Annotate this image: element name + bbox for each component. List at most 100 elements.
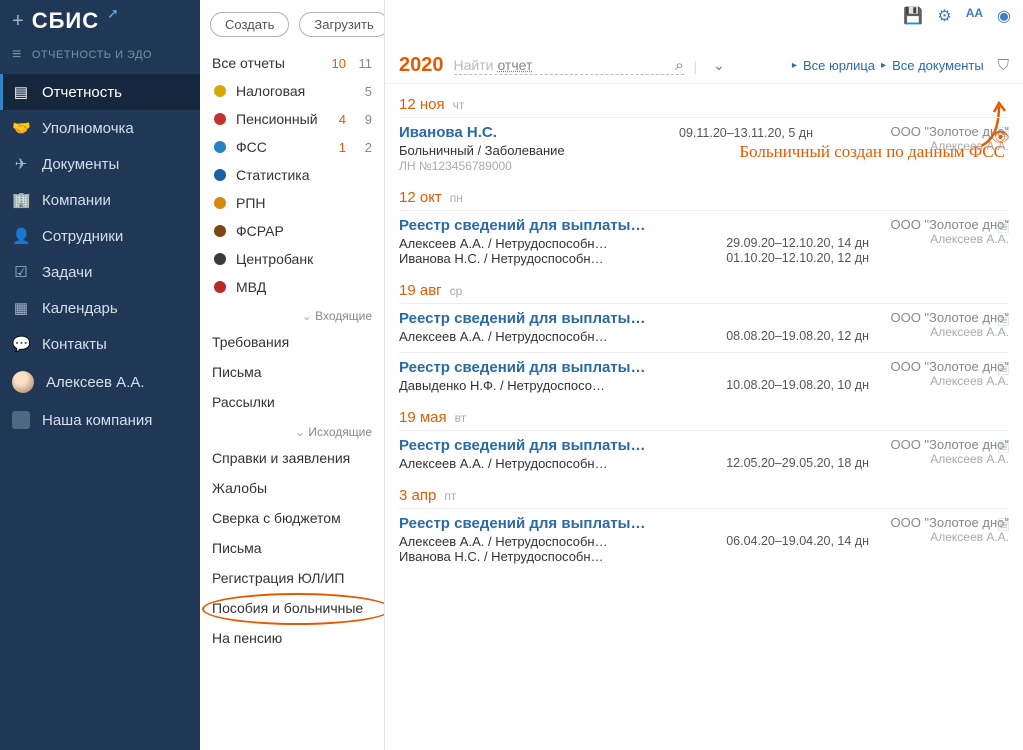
record-line-name: Алексеев А.А. / Нетрудоспособн… xyxy=(399,236,718,251)
nav-item-companies[interactable]: 🏢Компании xyxy=(0,182,200,218)
create-button[interactable]: Создать xyxy=(210,12,289,37)
sub-item[interactable]: Письма xyxy=(200,357,384,387)
category-label: Центробанк xyxy=(236,251,324,267)
search-box[interactable]: Найти отчет ⌕ xyxy=(454,57,684,75)
record-title: Реестр сведений для выплаты… xyxy=(399,515,869,532)
pension-icon xyxy=(212,111,228,127)
sub-item[interactable]: На пенсию xyxy=(200,623,384,653)
category-label: Пенсионный xyxy=(236,111,324,127)
our-company-label: Наша компания xyxy=(42,412,152,429)
upload-button[interactable]: Загрузить xyxy=(299,12,385,37)
category-count-total: 11 xyxy=(354,56,372,71)
category-label: ФСС xyxy=(236,139,324,155)
our-company-item[interactable]: Наша компания xyxy=(0,402,200,438)
record-sub: Больничный / Заболевание xyxy=(399,143,679,158)
record-company: ООО "Золотое дно" xyxy=(890,515,1009,530)
record-line-dates: 06.04.20–19.04.20, 14 дн xyxy=(726,534,869,549)
nav-label: Сотрудники xyxy=(42,228,123,245)
nav-label: Календарь xyxy=(42,300,118,317)
nav-item-people[interactable]: 👤Сотрудники xyxy=(0,218,200,254)
category-stat[interactable]: Статистика xyxy=(200,161,384,189)
year[interactable]: 2020 xyxy=(399,54,444,77)
handshake-icon: 🤝 xyxy=(12,119,30,137)
sub-item[interactable]: Справки и заявления xyxy=(200,443,384,473)
record-line-name: Алексеев А.А. / Нетрудоспособн… xyxy=(399,456,718,471)
category-mvd[interactable]: МВД xyxy=(200,273,384,301)
nav-label: Отчетность xyxy=(42,84,122,101)
sub-item[interactable]: Требования xyxy=(200,327,384,357)
filter-icon[interactable]: ⛉ xyxy=(998,57,1009,74)
incoming-section[interactable]: Входящие xyxy=(200,301,384,327)
record-title: Реестр сведений для выплаты… xyxy=(399,217,869,234)
record[interactable]: Реестр сведений для выплаты… Алексеев А.А… xyxy=(399,303,1009,352)
outgoing-section[interactable]: Исходящие xyxy=(200,417,384,443)
record[interactable]: Реестр сведений для выплаты…Давыденко Н.… xyxy=(399,352,1009,401)
category-count-total: 9 xyxy=(354,112,372,127)
nav-item-tasks[interactable]: ☑Задачи xyxy=(0,254,200,290)
record-line-name: Алексеев А.А. / Нетрудоспособн… xyxy=(399,534,718,549)
sub-item[interactable]: Сверка с бюджетом xyxy=(200,503,384,533)
record-company: ООО "Золотое дно" xyxy=(890,437,1009,452)
category-tax[interactable]: Налоговая 5 xyxy=(200,77,384,105)
category-count-new: 4 xyxy=(332,112,346,127)
category-fsrar[interactable]: ФСРАР xyxy=(200,217,384,245)
user-item[interactable]: Алексеев А.А. xyxy=(0,362,200,402)
font-size-icon[interactable]: AA xyxy=(966,6,983,26)
save-icon[interactable]: 💾 xyxy=(903,6,923,26)
sidebar: + СБИС ➚ ≡ ОТЧЕТНОСТЬ И ЭДО ▤Отчетность🤝… xyxy=(0,0,200,750)
plus-icon[interactable]: + xyxy=(12,10,24,33)
sub-item[interactable]: Регистрация ЮЛ/ИП xyxy=(200,563,384,593)
search-icon[interactable]: ⌕ xyxy=(675,57,683,74)
category-count-new: 10 xyxy=(332,56,346,71)
bc-entities[interactable]: Все юрлица xyxy=(803,58,875,73)
document-icon: 🗎 xyxy=(998,217,1009,241)
sub-item[interactable]: Рассылки xyxy=(200,387,384,417)
category-cbr[interactable]: Центробанк xyxy=(200,245,384,273)
company-icon xyxy=(12,411,30,429)
record[interactable]: Реестр сведений для выплаты… Алексеев А.А… xyxy=(399,508,1009,572)
nav-item-calendar[interactable]: ▦Календарь xyxy=(0,290,200,326)
record-title: Реестр сведений для выплаты… xyxy=(399,359,869,376)
record-line-name: Иванова Н.С. / Нетрудоспособн… xyxy=(399,549,861,564)
record[interactable]: Иванова Н.С.Больничный / ЗаболеваниеЛН №… xyxy=(399,117,1009,181)
category-label: РПН xyxy=(236,195,324,211)
app-logo: СБИС xyxy=(32,8,99,34)
record-line-name: Алексеев А.А. / Нетрудоспособн… xyxy=(399,329,718,344)
fsrar-icon xyxy=(212,223,228,239)
sub-item[interactable]: Пособия и больничные xyxy=(200,593,384,623)
section-header: ≡ ОТЧЕТНОСТЬ И ЭДО xyxy=(0,40,200,74)
nav-item-contacts[interactable]: 💬Контакты xyxy=(0,326,200,362)
dow-label: пт xyxy=(444,489,456,503)
bc-documents[interactable]: Все документы xyxy=(892,58,984,73)
category-rpn[interactable]: РПН xyxy=(200,189,384,217)
date-header: 12 ноячт xyxy=(399,88,1009,117)
bell-icon[interactable]: ◉ xyxy=(997,6,1011,26)
chevron-down-icon[interactable]: ⌄ xyxy=(713,57,725,74)
document-icon: 🗎 xyxy=(998,515,1009,539)
header-icons: 💾 ⚙ AA ◉ xyxy=(903,6,1011,26)
category-label: Налоговая xyxy=(236,83,324,99)
document-icon: 🗎 xyxy=(998,359,1009,383)
nav-item-handshake[interactable]: 🤝Уполномочка xyxy=(0,110,200,146)
gear-icon[interactable]: ⚙ xyxy=(937,6,951,26)
eye-icon: 👁 xyxy=(991,128,1010,146)
sub-item[interactable]: Письма xyxy=(200,533,384,563)
category-all[interactable]: Все отчеты 10 11 xyxy=(200,49,384,77)
record-line-dates: 08.08.20–19.08.20, 12 дн xyxy=(726,329,869,344)
category-fss[interactable]: ФСС 1 2 xyxy=(200,133,384,161)
record-line-dates: 12.05.20–29.05.20, 18 дн xyxy=(726,456,869,471)
sub-item[interactable]: Жалобы xyxy=(200,473,384,503)
document-icon: 🗎 xyxy=(998,310,1009,334)
record[interactable]: Реестр сведений для выплаты… Алексеев А.А… xyxy=(399,210,1009,274)
record-title: Реестр сведений для выплаты… xyxy=(399,310,869,327)
nav-item-report[interactable]: ▤Отчетность xyxy=(0,74,200,110)
content: Больничный создан по данным ФСС 12 ноячт… xyxy=(385,84,1023,750)
category-count-total: 2 xyxy=(354,140,372,155)
nav-label: Компании xyxy=(42,192,111,209)
date-header: 3 апрпт xyxy=(399,479,1009,508)
nav-item-plane[interactable]: ✈Документы xyxy=(0,146,200,182)
menu-icon[interactable]: ≡ xyxy=(12,46,22,64)
record[interactable]: Реестр сведений для выплаты…Алексеев А.А… xyxy=(399,430,1009,479)
category-pension[interactable]: Пенсионный 4 9 xyxy=(200,105,384,133)
category-label: МВД xyxy=(236,279,324,295)
